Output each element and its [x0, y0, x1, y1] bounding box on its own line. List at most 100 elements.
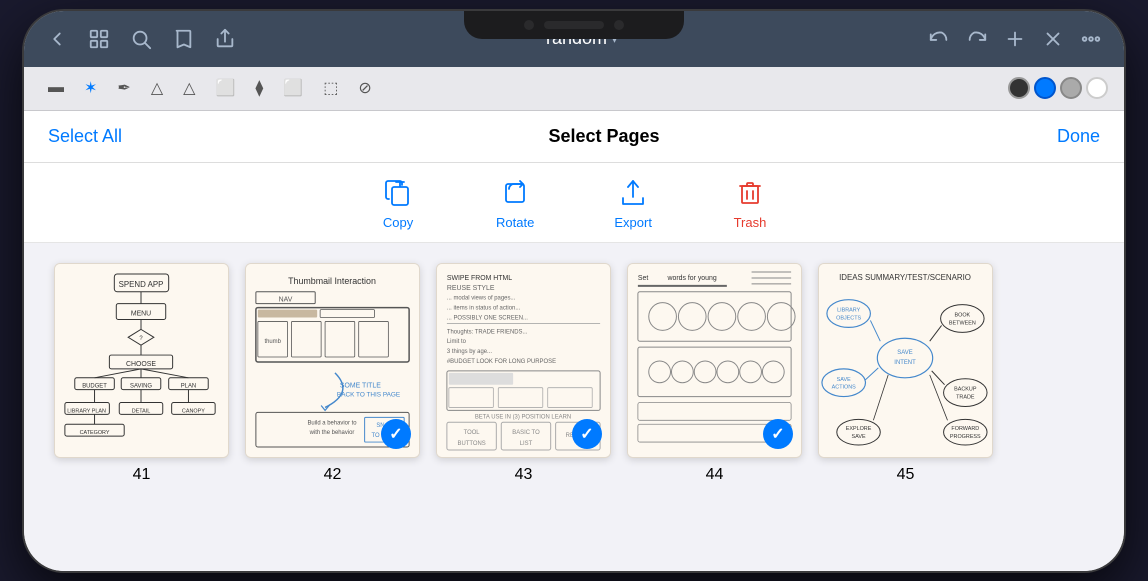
svg-text:LIBRARY: LIBRARY	[837, 307, 860, 313]
undo-button[interactable]	[922, 22, 956, 56]
select-pages-title: Select Pages	[188, 126, 1020, 147]
svg-text:SAVE: SAVE	[837, 376, 851, 382]
svg-text:Set: Set	[638, 274, 648, 281]
page-thumb-43: SWIPE FROM HTML REUSE STYLE ... modal vi…	[436, 263, 611, 458]
tool-highlighter[interactable]: △	[143, 72, 171, 104]
pages-grid: SPEND APP MENU ? CHOOSE	[24, 243, 1124, 571]
svg-text:ACTIONS: ACTIONS	[832, 384, 856, 390]
svg-text:SWIPE FROM HTML: SWIPE FROM HTML	[447, 274, 512, 281]
svg-text:Limit to: Limit to	[447, 339, 467, 345]
svg-text:Thumbmail Interaction: Thumbmail Interaction	[288, 275, 376, 285]
copy-action[interactable]: Copy	[380, 175, 416, 230]
trash-action[interactable]: Trash	[732, 175, 768, 230]
rotate-label: Rotate	[496, 215, 534, 230]
page-thumb-45: IDEAS SUMMARY/TEST/SCENARIO SAVE INTENT …	[818, 263, 993, 458]
tool-shape[interactable]: △	[175, 72, 203, 104]
copy-icon	[380, 175, 416, 211]
actions-bar: Copy Rotate	[24, 163, 1124, 243]
svg-text:BUTTONS: BUTTONS	[458, 441, 486, 447]
select-pages-header: Select All Select Pages Done	[24, 111, 1124, 163]
svg-text:BUDGET: BUDGET	[82, 383, 107, 389]
add-button[interactable]	[998, 22, 1032, 56]
check-badge-44: ✓	[763, 419, 793, 449]
copy-label: Copy	[383, 215, 413, 230]
more-button[interactable]	[1074, 22, 1108, 56]
screen: random ▾	[24, 11, 1124, 571]
tool-lasso[interactable]: ⬜	[207, 72, 243, 104]
svg-text:Build a behavior to: Build a behavior to	[307, 420, 357, 426]
svg-text:BETWEEN: BETWEEN	[949, 320, 976, 326]
tool-color-white[interactable]	[1086, 77, 1108, 99]
svg-text:TOOL: TOOL	[464, 430, 481, 436]
svg-text:INTENT: INTENT	[894, 359, 916, 365]
tool-bluetooth[interactable]: ✶	[76, 72, 105, 104]
svg-text:CANOPY: CANOPY	[182, 408, 205, 414]
svg-text:... items in status of action.: ... items in status of action...	[447, 305, 521, 311]
bookmark-button[interactable]	[166, 22, 200, 56]
export-action[interactable]: Export	[614, 175, 652, 230]
page-thumb-44: Set words for young	[627, 263, 802, 458]
tool-eraser[interactable]: ⧫	[247, 72, 271, 104]
device-notch	[464, 11, 684, 39]
svg-text:EXPLORE: EXPLORE	[846, 426, 872, 432]
page-item-42[interactable]: Thumbmail Interaction NAV thumb	[245, 263, 420, 484]
page-number-43: 43	[515, 466, 533, 484]
tool-extra2[interactable]: ⊘	[350, 72, 379, 104]
tool-pen[interactable]: ✒	[109, 72, 138, 104]
tool-color-black[interactable]	[1008, 77, 1030, 99]
svg-text:FORWARD: FORWARD	[951, 426, 979, 432]
svg-text:BACKUP: BACKUP	[954, 386, 977, 392]
page-item-45[interactable]: IDEAS SUMMARY/TEST/SCENARIO SAVE INTENT …	[818, 263, 993, 484]
page-number-45: 45	[897, 466, 915, 484]
svg-text:SOME TITLE: SOME TITLE	[340, 382, 381, 389]
tool-select[interactable]: ▬	[40, 73, 72, 103]
svg-text:SAVE: SAVE	[852, 434, 866, 440]
page-number-42: 42	[324, 466, 342, 484]
tool-ruler[interactable]: ⬜	[275, 72, 311, 104]
svg-text:LIST: LIST	[520, 441, 533, 447]
check-badge-42: ✓	[381, 419, 411, 449]
export-label: Export	[614, 215, 652, 230]
page-number-44: 44	[706, 466, 724, 484]
svg-text:thumb: thumb	[264, 339, 281, 345]
svg-text:SPEND APP: SPEND APP	[119, 279, 164, 288]
page-number-41: 41	[133, 466, 151, 484]
svg-text:3 things by age...: 3 things by age...	[447, 349, 492, 355]
share-button[interactable]	[208, 22, 242, 56]
redo-button[interactable]	[960, 22, 994, 56]
svg-text:LIBRARY PLAN: LIBRARY PLAN	[67, 408, 106, 414]
export-icon	[615, 175, 651, 211]
tool-color-light[interactable]	[1060, 77, 1082, 99]
svg-text:NAV: NAV	[279, 296, 293, 303]
search-button[interactable]	[124, 22, 158, 56]
trash-label: Trash	[734, 215, 767, 230]
svg-text:IDEAS SUMMARY/TEST/SCENARIO: IDEAS SUMMARY/TEST/SCENARIO	[839, 272, 971, 281]
svg-text:OBJECTS: OBJECTS	[836, 315, 861, 321]
svg-text:SAVE: SAVE	[897, 350, 912, 356]
page-item-41[interactable]: SPEND APP MENU ? CHOOSE	[54, 263, 229, 484]
tool-extra1[interactable]: ⬚	[315, 72, 346, 104]
svg-text:BASIC TO: BASIC TO	[512, 430, 540, 436]
svg-text:Thoughts: TRADE FRIENDS...: Thoughts: TRADE FRIENDS...	[447, 329, 528, 335]
svg-text:with the behavior: with the behavior	[309, 430, 355, 436]
check-badge-43: ✓	[572, 419, 602, 449]
page-item-43[interactable]: SWIPE FROM HTML REUSE STYLE ... modal vi…	[436, 263, 611, 484]
page-item-44[interactable]: Set words for young	[627, 263, 802, 484]
svg-text:PROGRESS: PROGRESS	[950, 434, 981, 440]
face-id-sensor	[544, 21, 604, 29]
svg-text:DETAIL: DETAIL	[132, 408, 151, 414]
tool-color-blue[interactable]	[1034, 77, 1056, 99]
done-button[interactable]: Done	[1020, 126, 1100, 147]
back-button[interactable]	[40, 22, 74, 56]
grid-button[interactable]	[82, 22, 116, 56]
select-all-button[interactable]: Select All	[48, 126, 188, 147]
close-nav-button[interactable]	[1036, 22, 1070, 56]
svg-text:CATEGORY: CATEGORY	[80, 430, 110, 436]
svg-text:... POSSIBLY ONE SCREEN...: ... POSSIBLY ONE SCREEN...	[447, 315, 528, 321]
svg-text:PLAN: PLAN	[181, 383, 196, 389]
rotate-action[interactable]: Rotate	[496, 175, 534, 230]
svg-text:MENU: MENU	[131, 310, 151, 317]
drawing-toolbar: ▬ ✶ ✒ △ △ ⬜ ⧫ ⬜ ⬚ ⊘	[24, 67, 1124, 111]
ipad-device: random ▾	[24, 11, 1124, 571]
camera-dot	[524, 20, 534, 30]
